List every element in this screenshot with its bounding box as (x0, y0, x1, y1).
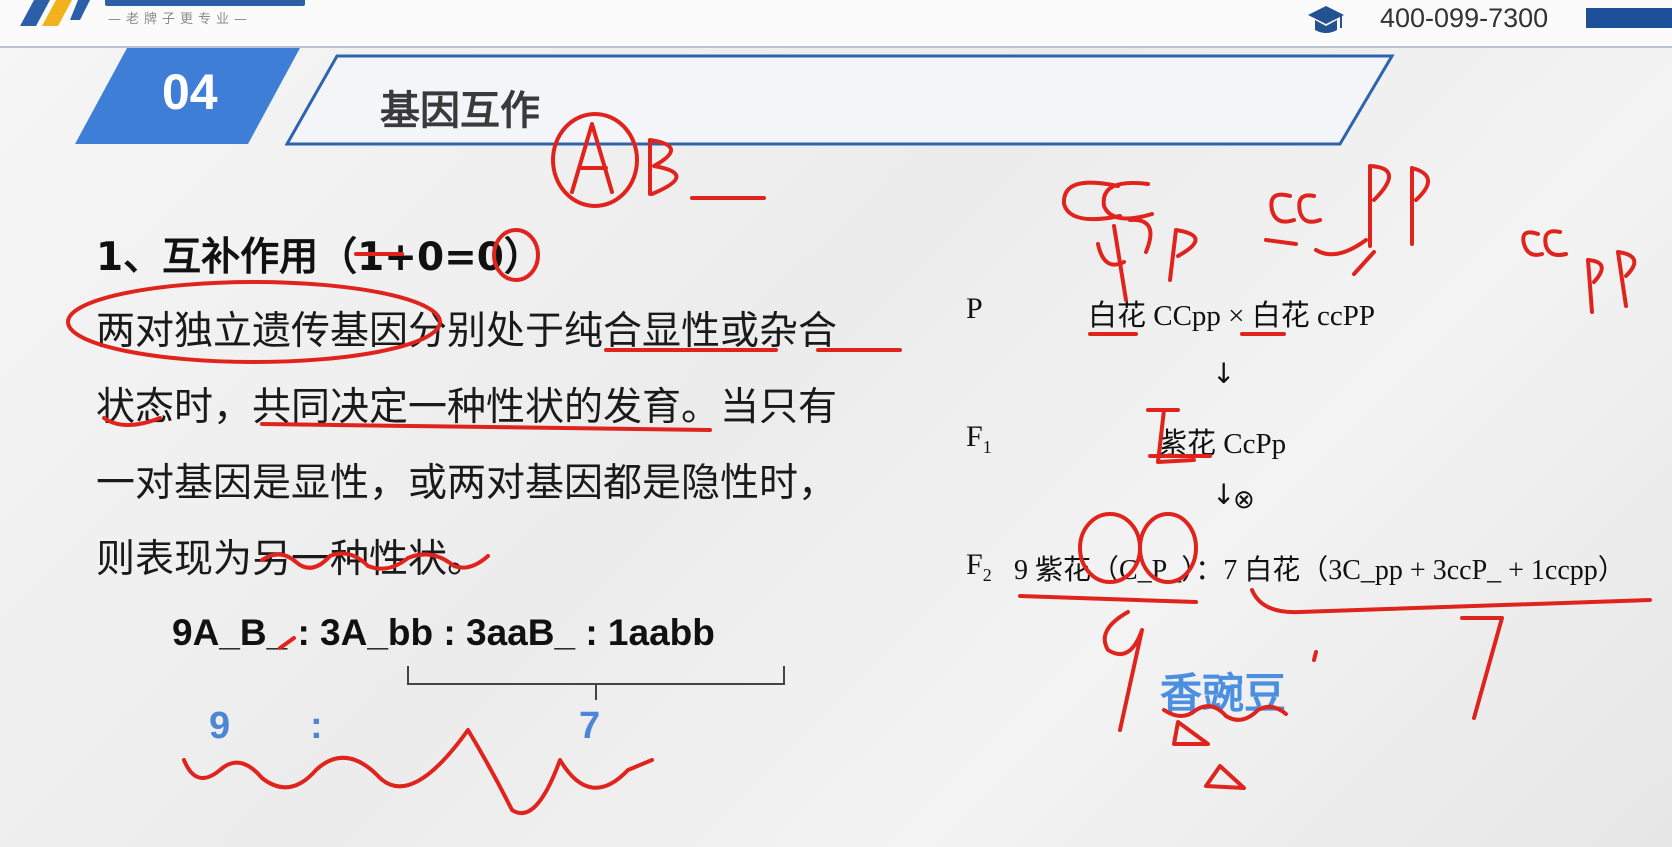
brand-logo-icon (20, 0, 90, 26)
graduation-cap-icon (1308, 6, 1344, 33)
header-accent-bar (1586, 8, 1672, 28)
down-arrow-icon: ↓ (1212, 357, 1236, 390)
selfing-symbol-icon: ⊗ (1233, 485, 1255, 515)
brand-name-cropped (105, 0, 305, 6)
down-arrow-icon: ↓ (1212, 478, 1236, 511)
paragraph-line-3: 一对基因是显性，或两对基因都是隐性时， (96, 461, 838, 506)
paragraph-line-2: 状态时，共同决定一种性状的发育。当只有 (96, 385, 838, 430)
phenotype-ratio-left: 9 (209, 705, 231, 747)
species-label: 香豌豆 (1160, 669, 1287, 718)
phenotype-ratio-right: 7 (579, 705, 601, 747)
section-number: 04 (162, 64, 218, 120)
slide-title: 基因互作 (380, 88, 540, 134)
f1-generation-label: F1 (966, 420, 992, 457)
brand-slogan: —老牌子更专业— (108, 12, 253, 27)
grouping-bracket (407, 666, 785, 700)
f2-generation-label: F2 (966, 548, 992, 585)
genotype-ratio: 9A_B_ : 3A_bb : 3aaB_ : 1aabb (172, 612, 715, 653)
phenotype-ratio-colon: : (310, 705, 323, 747)
f2-phenotype-ratio: 9 紫花（C_P_）：7 白花（3C_pp + 3ccP_ + 1ccpp） (1014, 555, 1626, 586)
hotline-number: 400-099-7300 (1380, 3, 1549, 33)
concept-heading: 1、互补作用（1+0=0） (96, 235, 543, 280)
parental-cross: 白花 CCpp × 白花 ccPP (1088, 300, 1376, 332)
paragraph-line-4: 则表现为另一种性状。 (96, 537, 487, 582)
parent-generation-label: P (966, 292, 983, 325)
paragraph-line-1: 两对独立遗传基因分别处于纯合显性或杂合 (96, 309, 838, 354)
f1-phenotype: 紫花 CcPp (1158, 428, 1287, 460)
top-header-bar: —老牌子更专业— 400-099-7300 (0, 0, 1672, 48)
